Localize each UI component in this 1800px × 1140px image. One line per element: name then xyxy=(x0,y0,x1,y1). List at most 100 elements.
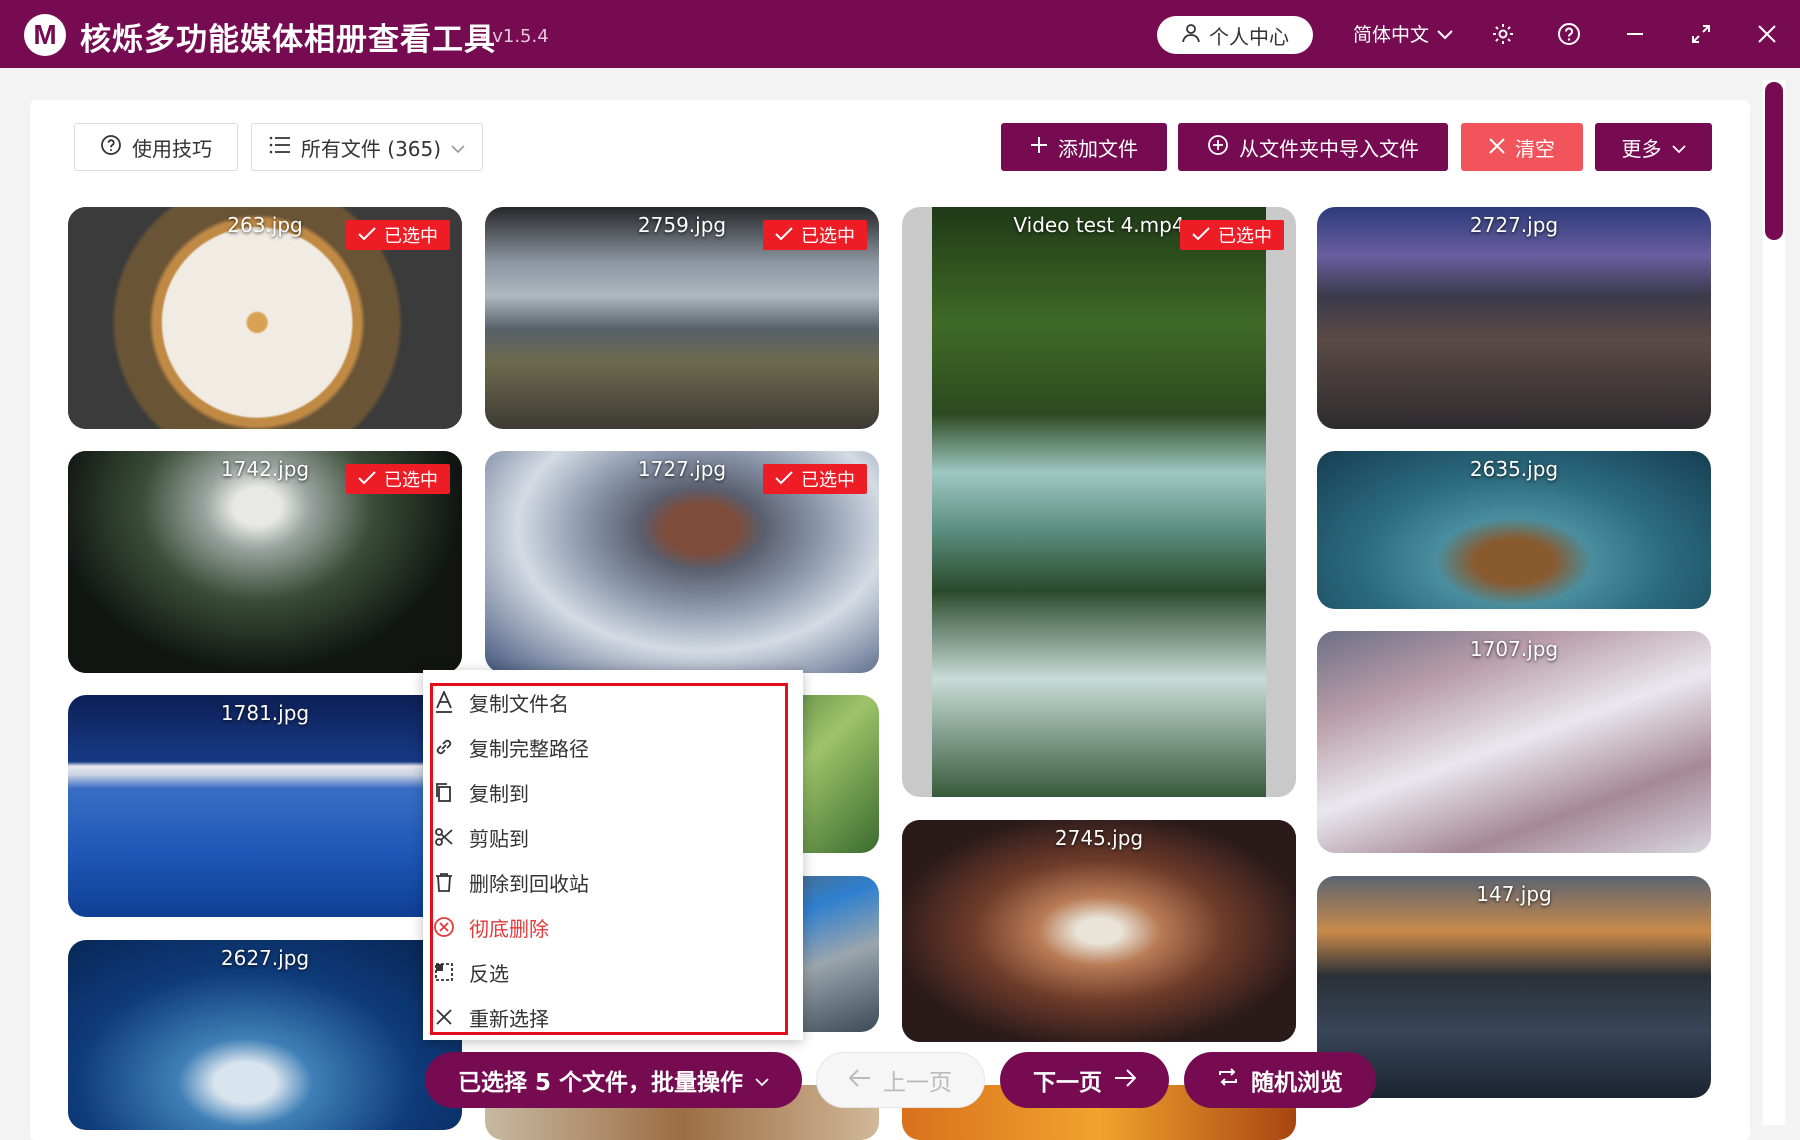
chevron-down-icon xyxy=(451,135,465,159)
selected-badge[interactable]: 已选中 xyxy=(1180,220,1284,250)
media-tile[interactable]: 2759.jpg 已选中 xyxy=(485,207,879,429)
menu-item-copy-full-path[interactable]: 复制完整路径 xyxy=(433,731,589,763)
more-label: 更多 xyxy=(1621,136,1662,161)
font-a-icon xyxy=(433,691,455,713)
delete-circle-icon xyxy=(433,916,455,938)
menu-item-delete-to-recycle-bin[interactable]: 删除到回收站 xyxy=(433,866,589,898)
tile-filename: 1781.jpg xyxy=(220,701,310,725)
selected-badge[interactable]: 已选中 xyxy=(763,464,867,494)
scissors-icon xyxy=(433,827,455,847)
minimize-icon[interactable] xyxy=(1619,18,1651,50)
close-icon xyxy=(1489,135,1505,159)
arrow-right-icon xyxy=(1114,1067,1137,1093)
tile-image xyxy=(1317,631,1711,853)
app-logo: M xyxy=(24,14,66,56)
app-title: 核烁多功能媒体相册查看工具 xyxy=(80,22,496,58)
batch-operation-button[interactable]: 已选择 5 个文件，批量操作 xyxy=(425,1052,802,1108)
random-browse-button[interactable]: 随机浏览 xyxy=(1184,1052,1376,1108)
checkmark-icon xyxy=(358,225,376,246)
menu-item-label: 反选 xyxy=(469,961,509,986)
menu-item-invert-selection[interactable]: 反选 xyxy=(433,956,509,988)
user-center-label: 个人中心 xyxy=(1209,24,1289,49)
menu-item-permanent-delete[interactable]: 彻底删除 xyxy=(433,911,549,943)
media-tile[interactable]: 1781.jpg xyxy=(68,695,462,917)
tips-label: 使用技巧 xyxy=(132,136,212,161)
language-select[interactable]: 简体中文 xyxy=(1353,20,1453,47)
arrow-left-icon xyxy=(848,1067,871,1093)
tips-button[interactable]: 使用技巧 xyxy=(74,123,238,171)
tile-filename: 147.jpg xyxy=(1476,882,1552,906)
menu-item-label: 复制到 xyxy=(469,781,529,806)
tile-image xyxy=(68,695,462,917)
menu-item-label: 彻底删除 xyxy=(469,916,549,941)
selected-label: 已选中 xyxy=(801,226,855,247)
prev-page-button[interactable]: 上一页 xyxy=(816,1052,985,1108)
media-tile[interactable]: 1742.jpg 已选中 xyxy=(68,451,462,673)
menu-item-copy-filename[interactable]: 复制文件名 xyxy=(433,686,569,718)
link-icon xyxy=(433,737,455,757)
media-tile[interactable]: 2627.jpg xyxy=(68,940,462,1130)
app-version: - v1.5.4 xyxy=(480,26,549,47)
media-tile[interactable]: 2745.jpg xyxy=(902,820,1296,1042)
tile-filename: 2635.jpg xyxy=(1469,457,1559,481)
tile-filename: 2745.jpg xyxy=(1054,826,1144,850)
import-folder-label: 从文件夹中导入文件 xyxy=(1239,136,1419,161)
list-icon xyxy=(269,135,291,159)
close-window-icon[interactable] xyxy=(1751,18,1783,50)
scrollbar-thumb[interactable] xyxy=(1765,82,1783,240)
close-icon xyxy=(433,1008,455,1026)
maximize-icon[interactable] xyxy=(1685,18,1717,50)
tile-image xyxy=(932,207,1266,797)
checkmark-icon xyxy=(775,469,793,490)
user-icon xyxy=(1181,23,1201,48)
media-tile[interactable]: 1707.jpg xyxy=(1317,631,1711,853)
plus-icon xyxy=(1030,135,1048,159)
next-page-button[interactable]: 下一页 xyxy=(1000,1052,1169,1108)
plus-circle-icon xyxy=(1207,134,1229,161)
media-tile[interactable]: Video test 4.mp4 已选中 xyxy=(902,207,1296,797)
invert-select-icon xyxy=(433,962,455,982)
selected-badge[interactable]: 已选中 xyxy=(346,220,450,250)
tile-image xyxy=(1317,876,1711,1098)
random-browse-label: 随机浏览 xyxy=(1251,1070,1343,1096)
menu-item-copy-to[interactable]: 复制到 xyxy=(433,776,529,808)
checkmark-icon xyxy=(1192,225,1210,246)
next-page-label: 下一页 xyxy=(1033,1070,1102,1096)
menu-item-label: 剪贴到 xyxy=(469,826,529,851)
media-tile[interactable]: 2635.jpg xyxy=(1317,451,1711,609)
clear-button[interactable]: 清空 xyxy=(1461,123,1583,171)
media-tile[interactable]: 1727.jpg 已选中 xyxy=(485,451,879,673)
user-center-button[interactable]: 个人中心 xyxy=(1157,16,1313,54)
menu-item-label: 删除到回收站 xyxy=(469,871,589,896)
media-tile[interactable]: 263.jpg 已选中 xyxy=(68,207,462,429)
media-tile[interactable]: 147.jpg xyxy=(1317,876,1711,1098)
prev-page-label: 上一页 xyxy=(883,1070,952,1096)
file-filter-select[interactable]: 所有文件 (365) xyxy=(251,123,483,171)
more-button[interactable]: 更多 xyxy=(1595,123,1712,171)
help-icon[interactable] xyxy=(1553,18,1585,50)
settings-gear-icon[interactable] xyxy=(1487,18,1519,50)
menu-item-cut-to[interactable]: 剪贴到 xyxy=(433,821,529,853)
tile-image xyxy=(902,820,1296,1042)
copy-icon xyxy=(433,782,455,802)
chevron-down-icon xyxy=(1437,23,1453,45)
tile-filename: 2627.jpg xyxy=(220,946,310,970)
chevron-down-icon xyxy=(1671,135,1686,159)
trash-icon xyxy=(433,872,455,892)
selected-label: 已选中 xyxy=(1218,226,1272,247)
context-menu: 复制文件名 复制完整路径 复制到 剪贴到 删除到回收站 彻底删除 反选 重新选择 xyxy=(423,670,803,1040)
menu-item-label: 重新选择 xyxy=(469,1006,549,1031)
add-files-button[interactable]: 添加文件 xyxy=(1001,123,1167,171)
add-files-label: 添加文件 xyxy=(1058,136,1138,161)
selected-badge[interactable]: 已选中 xyxy=(763,220,867,250)
title-bar: M 核烁多功能媒体相册查看工具 - v1.5.4 个人中心 简体中文 xyxy=(0,0,1800,68)
selected-badge[interactable]: 已选中 xyxy=(346,464,450,494)
menu-item-reselect[interactable]: 重新选择 xyxy=(433,1001,549,1033)
checkmark-icon xyxy=(358,469,376,490)
shuffle-repeat-icon xyxy=(1217,1067,1239,1093)
language-label: 简体中文 xyxy=(1353,24,1430,46)
tile-filename: 2727.jpg xyxy=(1469,213,1559,237)
media-tile[interactable]: 2727.jpg xyxy=(1317,207,1711,429)
clear-label: 清空 xyxy=(1515,136,1555,161)
import-folder-button[interactable]: 从文件夹中导入文件 xyxy=(1178,123,1448,171)
